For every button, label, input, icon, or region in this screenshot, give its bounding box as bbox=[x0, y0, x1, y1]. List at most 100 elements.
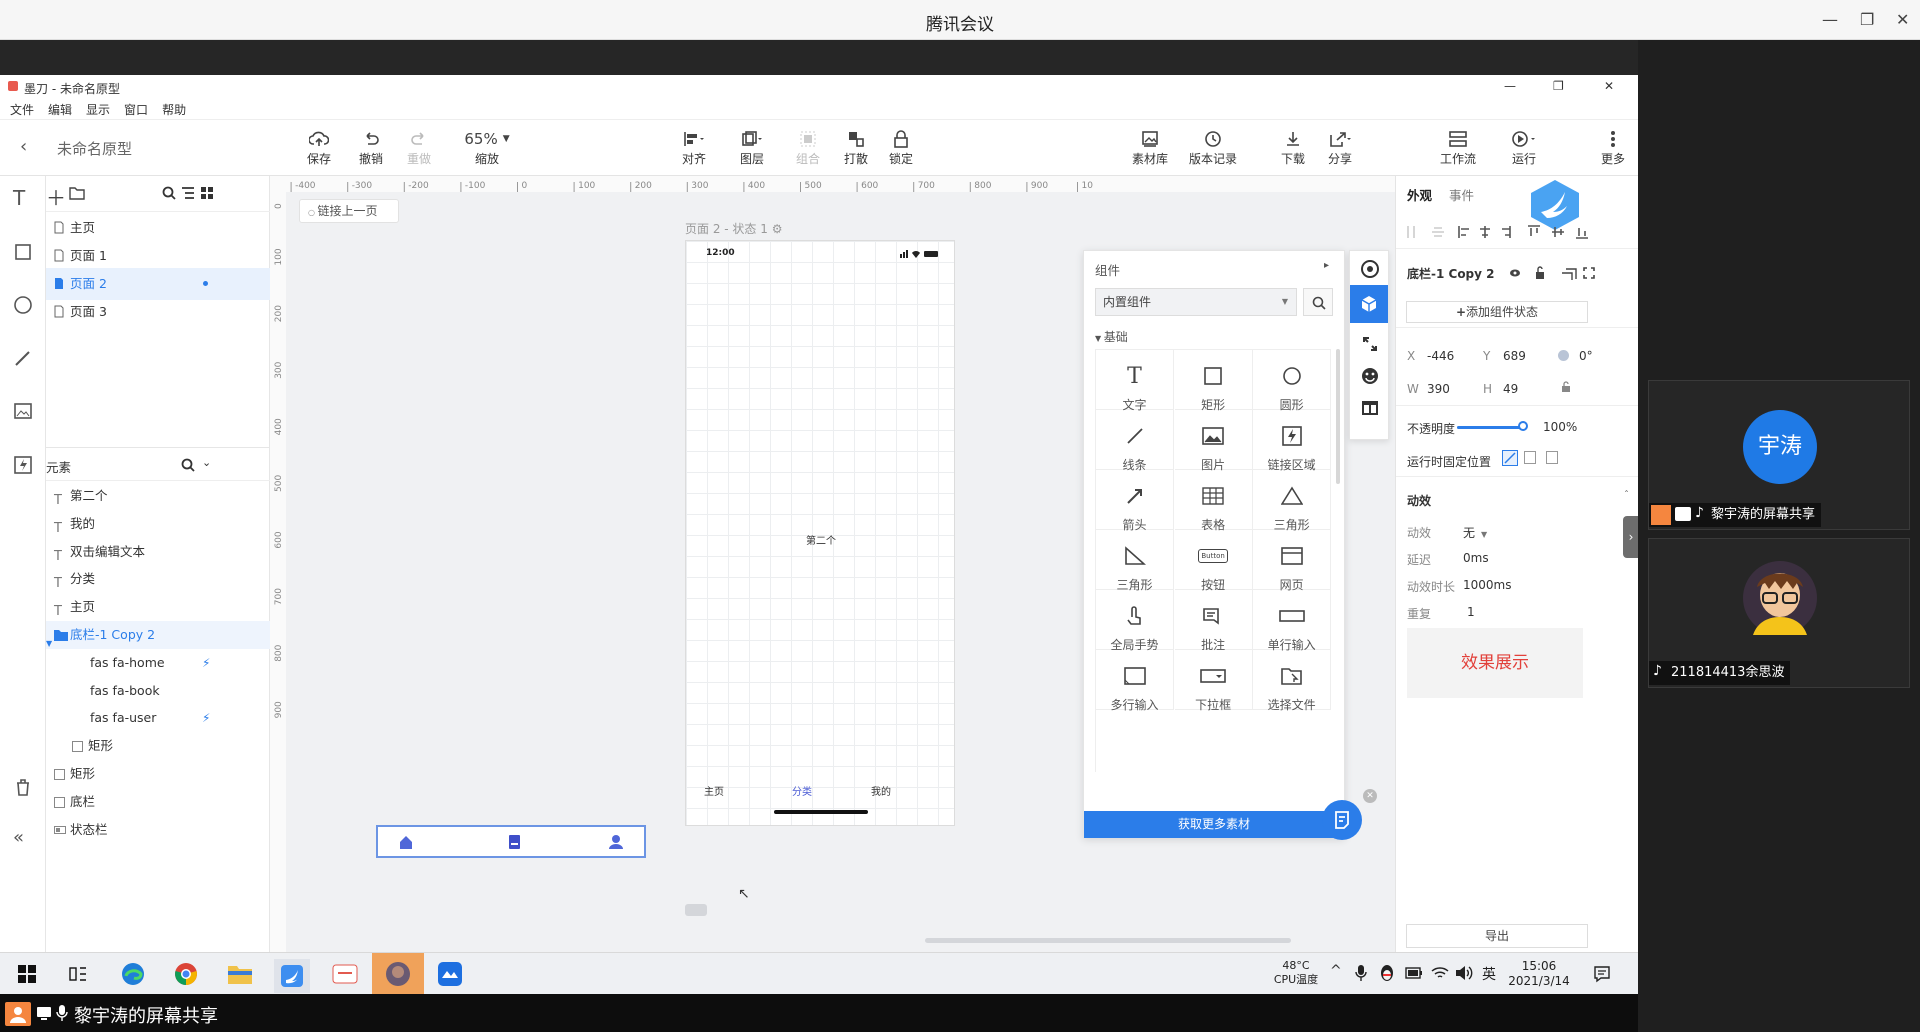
element-item[interactable]: T 第二个 bbox=[46, 482, 270, 510]
add-folder-icon[interactable] bbox=[69, 186, 85, 200]
chevron-up-icon[interactable]: ^ bbox=[1330, 963, 1342, 979]
target-icon[interactable] bbox=[1360, 259, 1380, 279]
repeat-input[interactable]: 1 bbox=[1467, 605, 1475, 619]
swap-icon[interactable] bbox=[1361, 335, 1379, 353]
close-chat-icon[interactable]: ✕ bbox=[1363, 789, 1377, 803]
trash-icon[interactable] bbox=[13, 777, 33, 797]
menu-help[interactable]: 帮助 bbox=[162, 100, 186, 120]
component-multi-input[interactable]: 多行输入 bbox=[1096, 650, 1174, 712]
notification-center-icon[interactable] bbox=[1593, 965, 1611, 983]
center-text[interactable]: 第二个 bbox=[686, 532, 956, 547]
fixed-top-option[interactable] bbox=[1524, 451, 1536, 464]
zoom-control[interactable]: 65% ▼ 缩放 bbox=[457, 128, 517, 167]
tab-appearance[interactable]: 外观 bbox=[1407, 185, 1432, 204]
task-view-icon[interactable] bbox=[69, 966, 87, 982]
microphone-icon[interactable] bbox=[1355, 964, 1367, 982]
fixed-none-option[interactable] bbox=[1502, 450, 1518, 466]
link-prev-page-button[interactable]: ○ 链接上一页 bbox=[299, 199, 399, 223]
components-tab-button[interactable] bbox=[1350, 285, 1388, 323]
delay-input[interactable]: 0ms bbox=[1463, 551, 1489, 565]
tencent-meeting-icon[interactable] bbox=[332, 962, 358, 986]
fixed-bottom-option[interactable] bbox=[1546, 451, 1558, 464]
library-dropdown[interactable]: 内置组件 ▼ bbox=[1095, 288, 1297, 316]
opacity-slider-handle[interactable] bbox=[1518, 421, 1528, 431]
circle-tool-icon[interactable] bbox=[13, 295, 33, 315]
template-icon[interactable] bbox=[1360, 398, 1380, 418]
component-circle[interactable]: 圆形 bbox=[1253, 350, 1331, 412]
workflow-button[interactable]: 工作流 bbox=[1434, 128, 1482, 167]
rotation-input[interactable]: 0° bbox=[1579, 349, 1593, 363]
project-name[interactable]: 未命名原型 bbox=[57, 138, 132, 159]
app-maximize-button[interactable]: ❐ bbox=[1553, 79, 1564, 93]
duration-input[interactable]: 1000ms bbox=[1463, 578, 1511, 592]
component-line[interactable]: 线条 bbox=[1096, 410, 1174, 472]
meeting-maximize-button[interactable]: ❐ bbox=[1860, 10, 1874, 29]
h-input[interactable]: 49 bbox=[1503, 382, 1518, 396]
x-input[interactable]: -446 bbox=[1427, 349, 1454, 363]
wifi-icon[interactable] bbox=[1431, 966, 1449, 980]
share-button[interactable]: 分享 bbox=[1318, 128, 1362, 167]
menu-edit[interactable]: 编辑 bbox=[48, 100, 72, 120]
meeting-minimize-button[interactable]: — bbox=[1822, 10, 1838, 29]
selected-component-name[interactable]: 底栏-1 Copy 2 bbox=[1407, 265, 1495, 282]
lock-button[interactable]: 锁定 bbox=[879, 128, 923, 167]
meeting-close-button[interactable]: ✕ bbox=[1896, 10, 1909, 29]
add-page-icon[interactable]: ＋ bbox=[46, 182, 66, 211]
windows-start-icon[interactable] bbox=[18, 965, 36, 983]
component-text[interactable]: T 文字 bbox=[1096, 350, 1174, 412]
break-button[interactable]: 打散 bbox=[834, 128, 878, 167]
element-item[interactable]: 矩形 bbox=[46, 732, 270, 760]
menu-file[interactable]: 文件 bbox=[10, 100, 34, 120]
opacity-slider-track[interactable] bbox=[1457, 426, 1524, 429]
element-item[interactable]: fas fa-home ⚡ bbox=[46, 649, 270, 677]
y-input[interactable]: 689 bbox=[1503, 349, 1526, 363]
chevron-up-icon[interactable]: ˆ bbox=[1624, 490, 1629, 501]
tab-home[interactable]: 主页 bbox=[704, 783, 724, 798]
app-close-button[interactable]: ✕ bbox=[1604, 79, 1614, 93]
opacity-value[interactable]: 100% bbox=[1543, 420, 1577, 434]
element-item[interactable]: 状态栏 bbox=[46, 816, 270, 844]
tab-events[interactable]: 事件 bbox=[1449, 185, 1474, 204]
cpu-temp-widget[interactable]: 48°C CPU温度 bbox=[1270, 959, 1322, 987]
phone-artboard[interactable]: 12:00 第二个 主页 分类 我的 bbox=[685, 240, 955, 826]
chrome-icon[interactable] bbox=[174, 962, 198, 986]
tab-category[interactable]: 分类 bbox=[792, 783, 812, 798]
redo-button[interactable]: 重做 bbox=[397, 128, 441, 167]
layer-button[interactable]: 图层 bbox=[730, 128, 774, 167]
component-file-picker[interactable]: 选择文件 bbox=[1253, 650, 1331, 712]
elements-search-icon[interactable] bbox=[181, 458, 195, 472]
participant-tile-1[interactable]: 宇涛 ♪ 黎宇涛的屏幕共享 bbox=[1648, 380, 1910, 530]
group-button[interactable]: 组合 bbox=[786, 128, 830, 167]
animation-preview[interactable]: 效果展示 bbox=[1407, 628, 1583, 698]
w-input[interactable]: 390 bbox=[1427, 382, 1450, 396]
menu-view[interactable]: 显示 bbox=[86, 100, 110, 120]
volume-icon[interactable] bbox=[1455, 965, 1473, 981]
file-explorer-icon[interactable] bbox=[227, 963, 253, 985]
canvas-area[interactable]: -500-400-300-200-10001002003004005006007… bbox=[270, 176, 1395, 952]
chevron-down-icon[interactable]: ⌄ bbox=[202, 456, 211, 469]
app-minimize-button[interactable]: — bbox=[1504, 79, 1516, 93]
add-state-button[interactable]: +添加组件状态 bbox=[1406, 301, 1588, 323]
element-item[interactable]: T 分类 bbox=[46, 565, 270, 593]
component-select[interactable]: 下拉框 bbox=[1174, 650, 1253, 712]
element-item[interactable]: 矩形 bbox=[46, 760, 270, 788]
tab-mine[interactable]: 我的 bbox=[871, 783, 891, 798]
animation-select[interactable]: 无 ▼ bbox=[1463, 524, 1487, 541]
grid-view-icon[interactable] bbox=[200, 186, 214, 200]
save-button[interactable]: 保存 bbox=[297, 128, 341, 167]
pen-tool-icon[interactable] bbox=[13, 348, 33, 368]
get-more-assets-button[interactable]: 获取更多素材 bbox=[1084, 811, 1344, 838]
component-gesture[interactable]: 全局手势 bbox=[1096, 590, 1174, 652]
link-area-tool-icon[interactable] bbox=[13, 455, 33, 475]
chevron-right-icon[interactable]: ▸ bbox=[1324, 260, 1329, 271]
aspect-lock-icon[interactable] bbox=[1561, 381, 1571, 393]
list-view-icon[interactable] bbox=[181, 186, 195, 200]
gear-icon[interactable]: ⚙ bbox=[772, 222, 783, 236]
element-item[interactable]: fas fa-book bbox=[46, 677, 270, 705]
element-item[interactable]: ▼ 底栏-1 Copy 2 bbox=[46, 621, 270, 649]
modao-taskbar-button[interactable] bbox=[274, 959, 310, 993]
photo-app-button[interactable] bbox=[372, 953, 424, 995]
component-image[interactable]: 图片 bbox=[1174, 410, 1253, 472]
history-button[interactable]: 版本记录 bbox=[1185, 128, 1241, 167]
element-item[interactable]: fas fa-user ⚡ bbox=[46, 704, 270, 732]
